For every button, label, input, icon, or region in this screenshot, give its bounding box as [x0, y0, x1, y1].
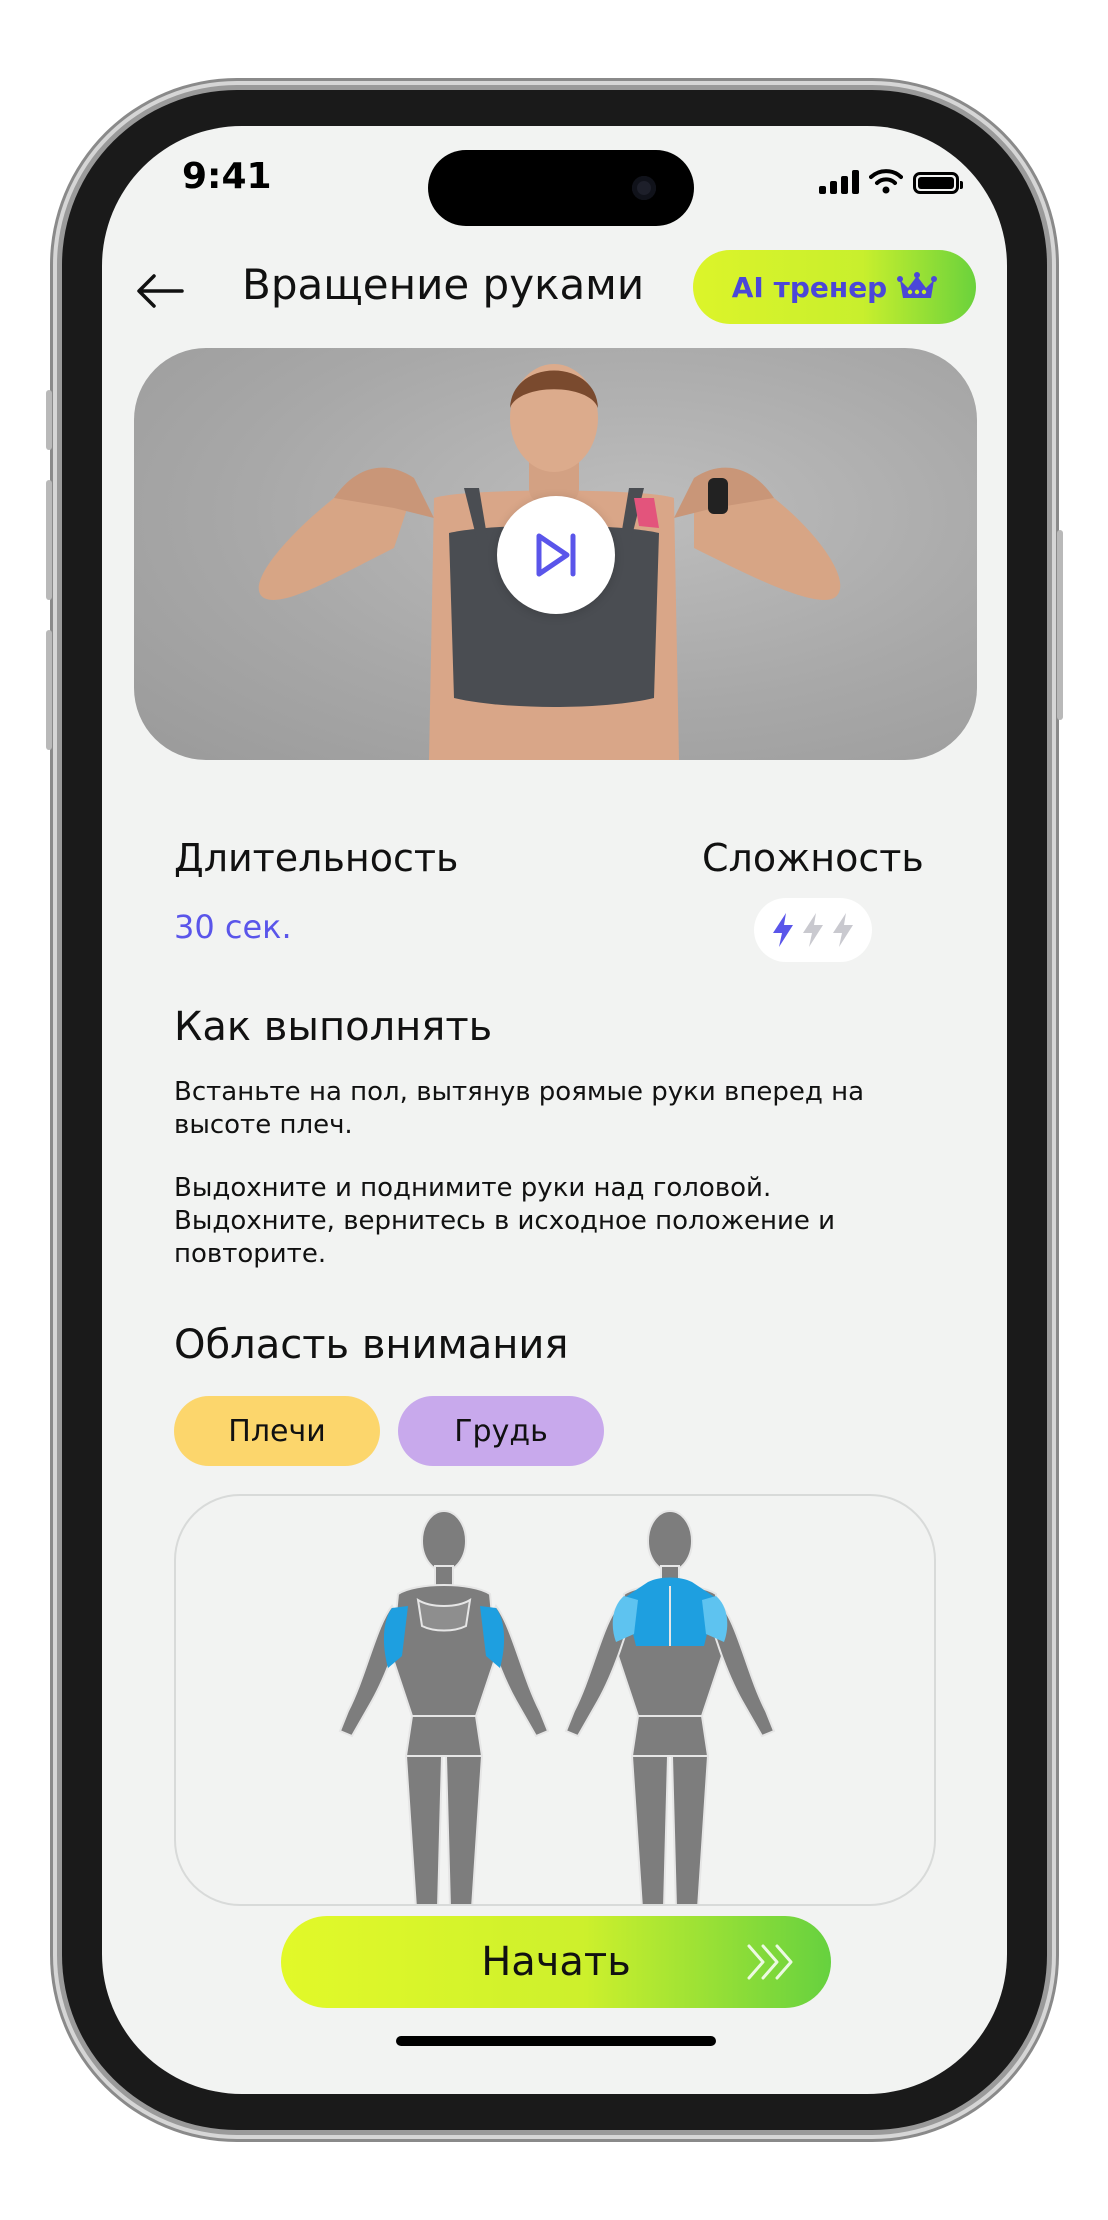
- chip-shoulders[interactable]: Плечи: [174, 1396, 380, 1466]
- instruction-paragraph: Выдохните и поднимите руки над головой. …: [174, 1173, 836, 1269]
- start-button-label: Начать: [481, 1939, 631, 1985]
- screen: 9:41 Вращение руками AI тренер Длительно…: [102, 126, 1007, 2094]
- battery-icon: [913, 172, 963, 194]
- play-button[interactable]: [497, 496, 615, 614]
- duration-label: Длительность: [174, 836, 459, 880]
- difficulty-indicator: [754, 898, 872, 962]
- muscle-map: [174, 1494, 936, 1906]
- volume-down-button: [46, 630, 52, 750]
- focus-heading: Область внимания: [174, 1322, 569, 1368]
- camera-icon: [632, 176, 656, 200]
- mute-switch: [46, 390, 52, 450]
- chevrons-right-icon: [747, 1944, 793, 1980]
- signal-icon: [819, 170, 859, 194]
- ai-coach-label: AI тренер: [731, 270, 888, 304]
- wifi-icon: [869, 169, 903, 194]
- chip-chest[interactable]: Грудь: [398, 1396, 604, 1466]
- start-button[interactable]: Начать: [281, 1916, 831, 2008]
- status-icons: [819, 168, 963, 194]
- lightning-icon: [833, 913, 853, 947]
- instruction-paragraph: Встаньте на пол, вытянув роямые руки впе…: [174, 1077, 865, 1140]
- lightning-icon: [803, 913, 823, 947]
- power-button: [1057, 530, 1063, 720]
- crown-icon: [897, 272, 938, 298]
- how-to-heading: Как выполнять: [174, 1004, 493, 1050]
- status-time: 9:41: [182, 156, 272, 197]
- home-indicator[interactable]: [396, 2036, 716, 2046]
- difficulty-label: Сложность: [702, 836, 924, 880]
- arrow-left-icon[interactable]: [130, 266, 190, 316]
- muscle-map-illustration: [338, 1510, 776, 1904]
- ai-coach-button[interactable]: AI тренер: [693, 250, 976, 324]
- exercise-video[interactable]: [134, 348, 977, 760]
- lightning-icon: [773, 913, 793, 947]
- duration-value: 30 сек.: [174, 908, 292, 946]
- play-skip-icon: [536, 533, 576, 577]
- body-back: [564, 1510, 776, 1904]
- dynamic-island: [428, 150, 694, 226]
- body-front: [338, 1510, 550, 1904]
- volume-up-button: [46, 480, 52, 600]
- page-title: Вращение руками: [242, 260, 645, 309]
- phone-frame: 9:41 Вращение руками AI тренер Длительно…: [46, 90, 1063, 2130]
